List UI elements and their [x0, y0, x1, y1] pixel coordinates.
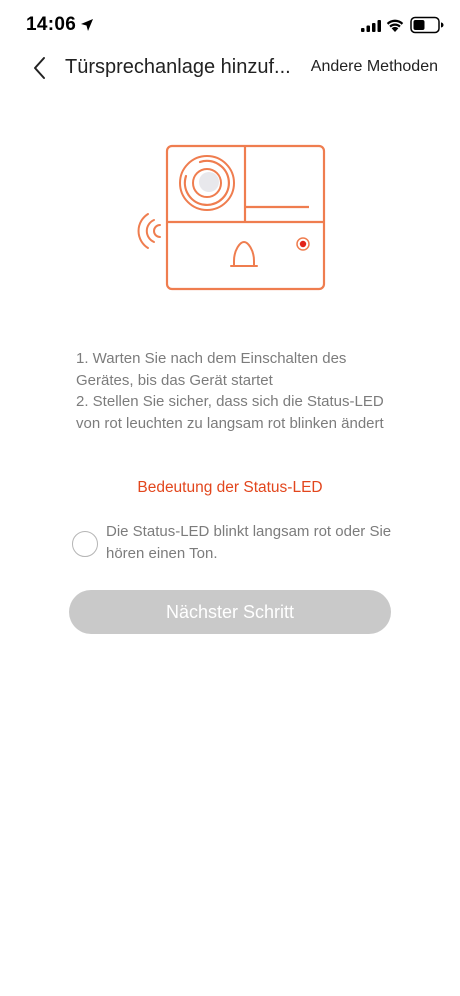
instruction-step-1: 1. Warten Sie nach dem Einschalten des G…: [76, 350, 347, 389]
status-led-icon: [296, 237, 310, 251]
wifi-icon: [386, 19, 404, 32]
nav-bar: Türsprechanlage hinzuf... Andere Methode…: [0, 44, 460, 88]
chevron-left-icon: [34, 57, 45, 79]
status-time: 14:06: [26, 14, 77, 35]
instructions: 1. Warten Sie nach dem Einschalten des G…: [76, 348, 386, 434]
battery-icon: [410, 16, 444, 34]
page-title: Türsprechanlage hinzuf...: [65, 56, 291, 78]
intercom-body: [165, 144, 326, 291]
sound-waves-icon: [137, 213, 161, 249]
confirm-row[interactable]: Die Status-LED blinkt langsam rot oder S…: [72, 521, 402, 567]
screen: 14:06 Türsprechanlage hinzuf... Andere M…: [0, 0, 460, 996]
cellular-signal-icon: [361, 20, 381, 32]
location-arrow-icon: [81, 19, 93, 31]
confirm-radio[interactable]: [72, 531, 98, 557]
other-methods-button[interactable]: Andere Methoden: [311, 58, 438, 76]
camera-icon: [179, 155, 235, 211]
confirm-label: Die Status-LED blinkt langsam rot oder S…: [106, 523, 392, 562]
back-button[interactable]: [26, 54, 54, 82]
next-step-button[interactable]: Nächster Schritt: [69, 590, 391, 634]
bell-icon: [230, 241, 258, 267]
instruction-step-2: 2. Stellen Sie sicher, dass sich die Sta…: [76, 393, 384, 432]
doorbell-device-illustration: [137, 144, 326, 291]
status-led-meaning-link[interactable]: Bedeutung der Status-LED: [0, 479, 460, 497]
